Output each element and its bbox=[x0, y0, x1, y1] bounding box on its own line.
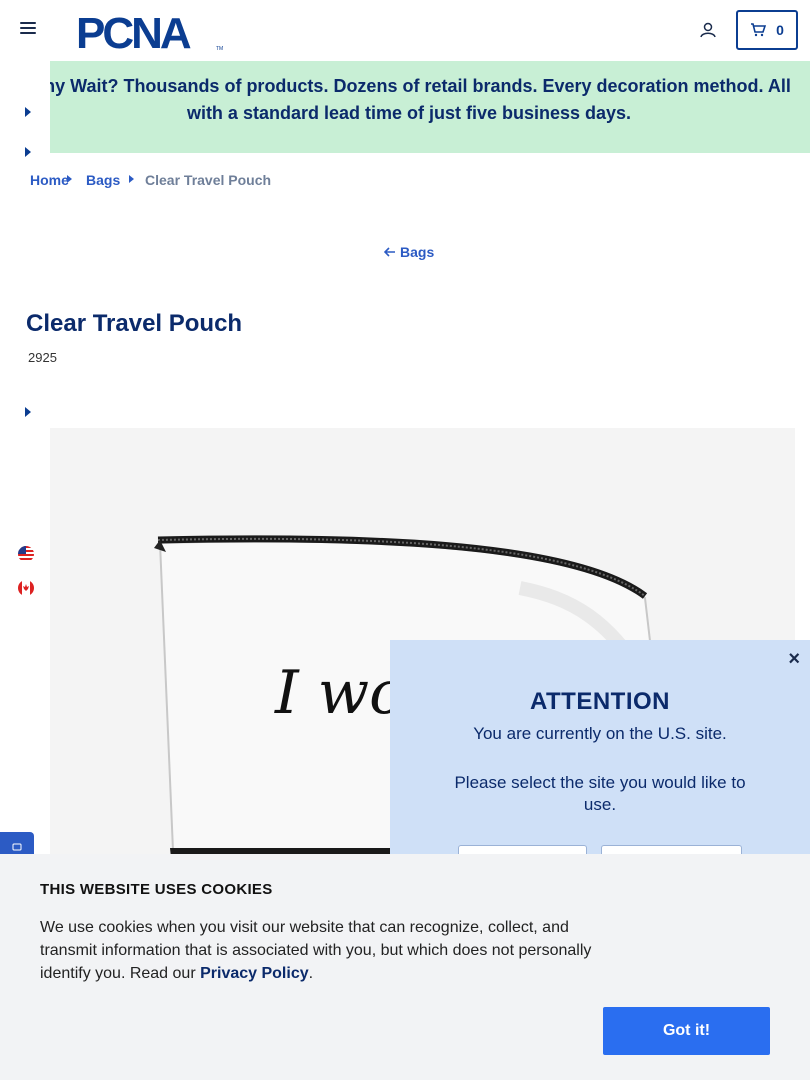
breadcrumb-separator-icon bbox=[67, 175, 72, 183]
breadcrumb-separator-icon bbox=[129, 175, 134, 183]
rail-expand-icon[interactable] bbox=[25, 407, 31, 417]
breadcrumb-home[interactable]: Home bbox=[30, 172, 69, 188]
back-to-bags-link[interactable]: Bags bbox=[384, 244, 434, 260]
cart-count: 0 bbox=[776, 22, 784, 38]
site-header: PCNA TM 0 bbox=[0, 0, 810, 61]
promo-text: Why Wait? Thousands of products. Dozens … bbox=[27, 76, 791, 123]
got-it-button[interactable]: Got it! bbox=[603, 1007, 770, 1055]
svg-text:TM: TM bbox=[216, 46, 223, 52]
menu-icon[interactable] bbox=[20, 22, 36, 38]
privacy-policy-link[interactable]: Privacy Policy bbox=[200, 965, 309, 982]
arrow-left-icon bbox=[384, 247, 395, 257]
cart-button[interactable]: 0 bbox=[736, 10, 798, 50]
breadcrumb-current: Clear Travel Pouch bbox=[145, 172, 272, 188]
cookie-banner: THIS WEBSITE USES COOKIES We use cookies… bbox=[0, 854, 810, 1080]
cookie-body-period: . bbox=[308, 965, 314, 982]
cookie-body-text: We use cookies when you visit our websit… bbox=[40, 919, 592, 982]
product-sku: 2925 bbox=[28, 350, 57, 365]
canada-flag-icon[interactable] bbox=[18, 580, 34, 596]
pcna-logo[interactable]: PCNA TM bbox=[76, 10, 226, 52]
attention-instruction: Please select the site you would like to… bbox=[454, 773, 746, 814]
rail-expand-icon[interactable] bbox=[25, 107, 31, 117]
account-icon[interactable] bbox=[698, 20, 718, 40]
attention-popup: × ATTENTION You are currently on the U.S… bbox=[390, 640, 810, 870]
attention-message: You are currently on the U.S. site. bbox=[473, 724, 727, 743]
close-icon[interactable]: × bbox=[788, 648, 800, 671]
attention-title: ATTENTION bbox=[529, 688, 671, 715]
us-flag-icon[interactable] bbox=[18, 546, 34, 562]
svg-text:PCNA: PCNA bbox=[76, 10, 191, 52]
rail-expand-icon[interactable] bbox=[25, 147, 31, 157]
promo-banner: Why Wait? Thousands of products. Dozens … bbox=[0, 61, 810, 153]
cart-icon bbox=[751, 23, 767, 37]
cookie-body: We use cookies when you visit our websit… bbox=[40, 916, 610, 985]
breadcrumb-bags[interactable]: Bags bbox=[86, 172, 120, 188]
back-link-label: Bags bbox=[400, 244, 435, 260]
cookie-title: THIS WEBSITE USES COOKIES bbox=[40, 881, 273, 898]
product-title: Clear Travel Pouch bbox=[26, 310, 243, 337]
